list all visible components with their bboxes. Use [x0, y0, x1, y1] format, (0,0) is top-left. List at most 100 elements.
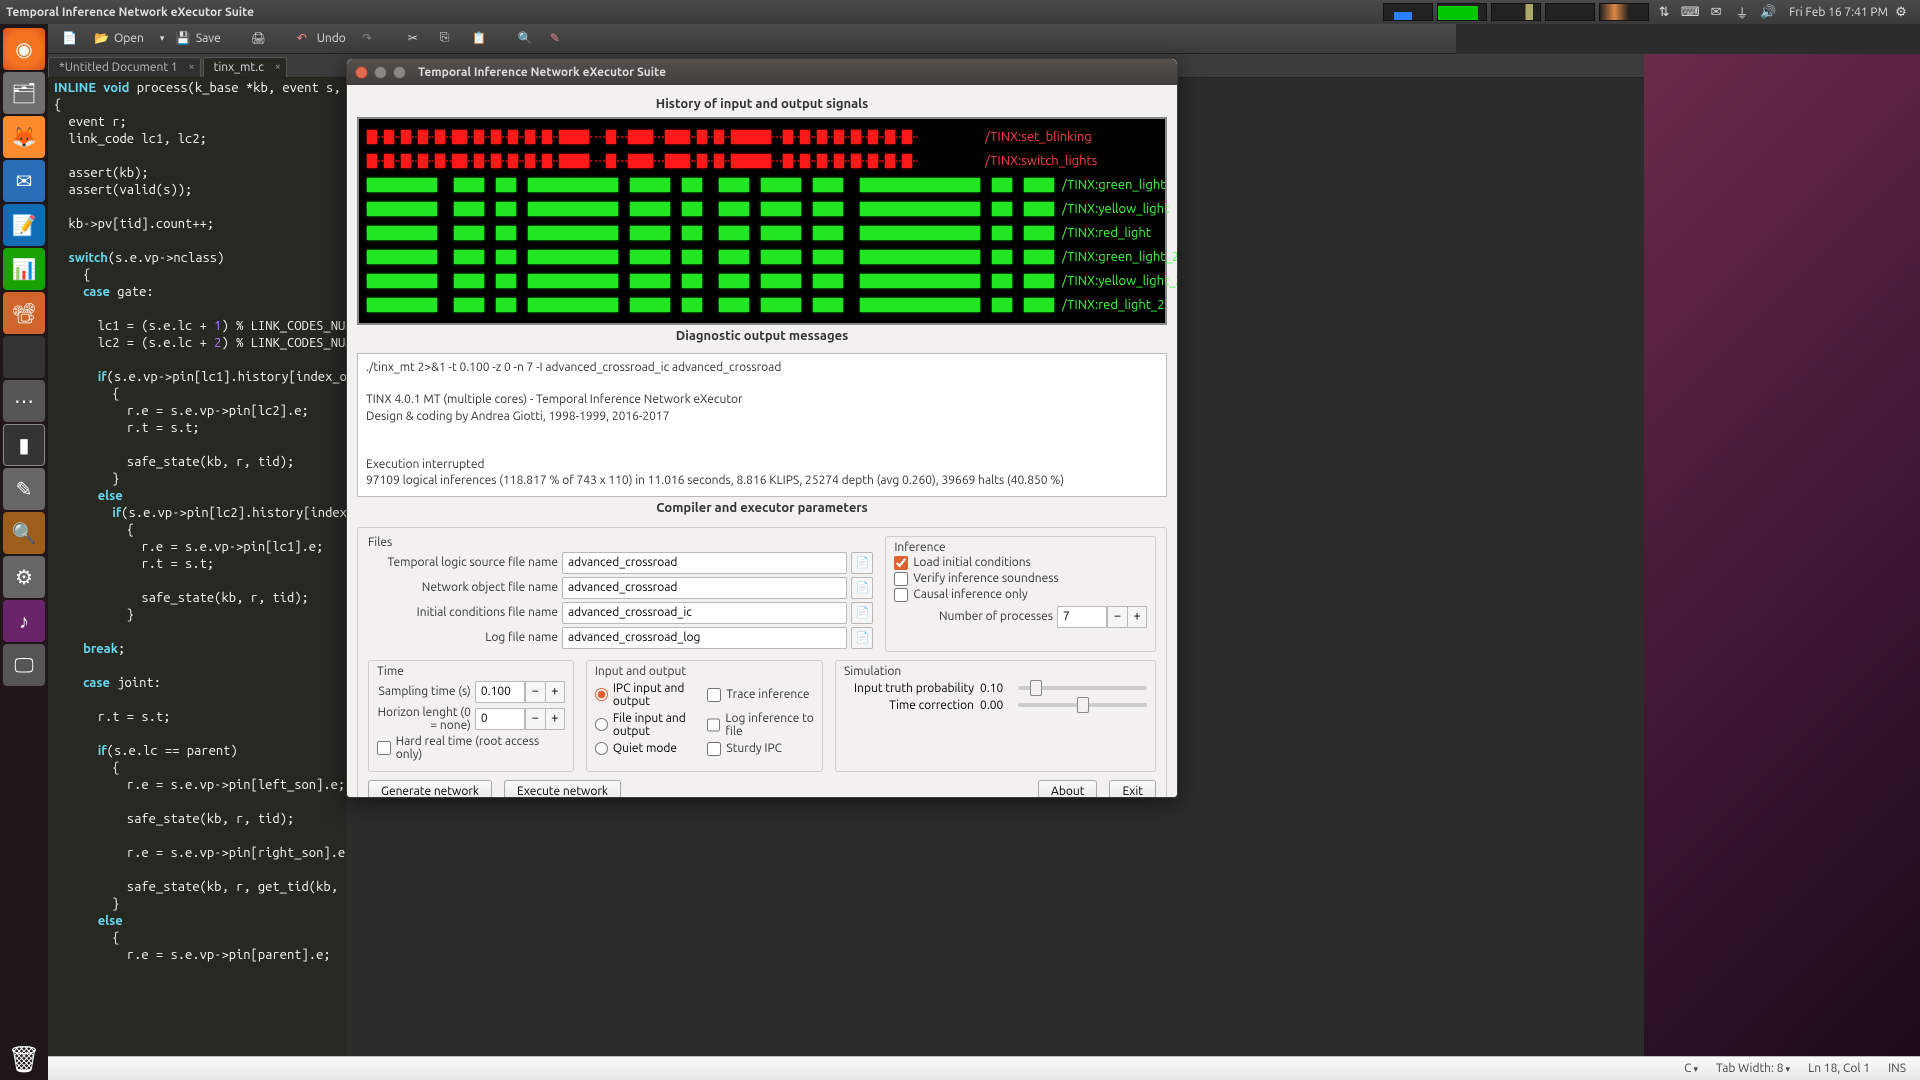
launcher-firefox[interactable]: 🦊 [3, 116, 45, 158]
window-maximize-button[interactable] [393, 66, 406, 79]
launcher-settings[interactable]: ⚙ [3, 556, 45, 598]
causal-only-checkbox[interactable]: Causal inference only [894, 588, 1147, 602]
initial-file-browse[interactable]: 📄 [851, 602, 873, 624]
window-minimize-button[interactable] [374, 66, 387, 79]
log-file-input[interactable] [562, 627, 847, 649]
keyboard-icon[interactable]: ⌨ [1681, 3, 1699, 21]
signal-row: /TINX:red_light [367, 221, 1157, 245]
redo-button[interactable] [356, 29, 384, 49]
tab-label: tinx_mt.c [214, 61, 264, 74]
print-button[interactable] [245, 29, 273, 49]
horizon-input[interactable] [475, 708, 525, 730]
generate-button[interactable]: Generate network [368, 780, 492, 798]
paste-button[interactable] [466, 29, 494, 49]
mail-icon[interactable]: ✉ [1707, 3, 1725, 21]
nproc-spinner: −+ [1057, 606, 1147, 628]
volume-icon[interactable]: 🔊 [1759, 3, 1777, 21]
nproc-plus[interactable]: + [1127, 606, 1147, 628]
open-button[interactable]: Open [88, 29, 150, 49]
sys-graph-2[interactable] [1437, 3, 1487, 21]
execute-button[interactable]: Execute network [504, 780, 621, 798]
new-button[interactable] [56, 29, 84, 49]
nproc-input[interactable] [1057, 606, 1107, 628]
launcher-files[interactable]: 🗂 [3, 72, 45, 114]
signal-label: /TINX:yellow_light [1062, 202, 1169, 216]
sampling-plus[interactable]: + [545, 681, 565, 703]
undo-label: Undo [317, 32, 346, 45]
corr-slider[interactable] [1018, 703, 1147, 707]
close-icon[interactable]: × [188, 61, 194, 73]
close-icon[interactable]: × [275, 61, 281, 73]
log-file-browse[interactable]: 📄 [851, 627, 873, 649]
sampling-minus[interactable]: − [525, 681, 545, 703]
verify-soundness-checkbox[interactable]: Verify inference soundness [894, 572, 1147, 586]
window-close-button[interactable] [355, 66, 368, 79]
prob-slider[interactable] [1018, 686, 1147, 690]
session-icon[interactable]: ⚙ [1892, 3, 1910, 21]
file-io-radio[interactable]: File input and output [595, 712, 702, 738]
launcher-dash[interactable]: ◉ [3, 28, 45, 70]
trace-checkbox[interactable]: Trace inference [707, 682, 814, 708]
launcher-app-1[interactable]: ⋯ [3, 380, 45, 422]
launcher-calc[interactable]: 📊 [3, 248, 45, 290]
tab-untitled[interactable]: *Untitled Document 1× [48, 57, 201, 77]
horizon-plus[interactable]: + [545, 708, 565, 730]
sturdy-checkbox[interactable]: Sturdy IPC [707, 742, 814, 756]
dialog-titlebar[interactable]: Temporal Inference Network eXecutor Suit… [347, 59, 1177, 85]
launcher-lens[interactable]: 🔍 [3, 512, 45, 554]
status-mode[interactable]: INS [1888, 1062, 1906, 1075]
sys-graph-3[interactable] [1491, 3, 1541, 21]
signal-track [367, 296, 1054, 314]
code-editor[interactable]: INLINE void process(k_base *kb, event s,… [48, 78, 346, 1056]
sys-graph-5[interactable] [1599, 3, 1649, 21]
network-file-input[interactable] [562, 577, 847, 599]
inference-label: Inference [894, 541, 1147, 554]
quiet-radio[interactable]: Quiet mode [595, 742, 702, 756]
ipc-io-radio[interactable]: IPC input and output [595, 682, 702, 708]
network-icon[interactable]: ⏚ [1733, 3, 1751, 21]
diagnostic-output[interactable]: ./tinx_mt 2>&1 -t 0.100 -z 0 -n 7 -I adv… [357, 353, 1167, 497]
updown-icon[interactable]: ⇅ [1655, 3, 1673, 21]
status-tabwidth[interactable]: Tab Width: 8 [1716, 1062, 1790, 1075]
tab-tinx-mt[interactable]: tinx_mt.c × [203, 57, 287, 77]
open-dropdown[interactable]: ▾ [154, 31, 166, 46]
hard-rt-checkbox[interactable]: Hard real time (root access only) [377, 735, 565, 761]
launcher-writer[interactable]: 📝 [3, 204, 45, 246]
sys-graph-4[interactable] [1545, 3, 1595, 21]
copy-button[interactable] [434, 29, 462, 49]
load-initial-checkbox[interactable]: Load initial conditions [894, 556, 1147, 570]
temporal-file-input[interactable] [562, 552, 847, 574]
horizon-minus[interactable]: − [525, 708, 545, 730]
status-language[interactable]: C [1684, 1062, 1698, 1075]
undo-button[interactable]: Undo [291, 29, 352, 49]
clock[interactable]: Fri Feb 16 7:41 PM [1789, 6, 1888, 19]
cut-button[interactable] [402, 29, 430, 49]
cut-icon [408, 31, 424, 47]
dialog-title: Temporal Inference Network eXecutor Suit… [418, 66, 666, 79]
launcher-music[interactable]: ♪ [3, 600, 45, 642]
launcher-monitor[interactable]: 🖵 [3, 644, 45, 686]
launcher-colors[interactable] [3, 336, 45, 378]
temporal-file-browse[interactable]: 📄 [851, 552, 873, 574]
sys-graph-1[interactable] [1383, 3, 1433, 21]
horizon-spinner: −+ [475, 708, 565, 730]
replace-button[interactable] [544, 29, 572, 49]
launcher-thunderbird[interactable]: ✉ [3, 160, 45, 202]
launcher-terminal[interactable]: ▮ [3, 424, 45, 466]
network-file-browse[interactable]: 📄 [851, 577, 873, 599]
launcher-trash[interactable]: 🗑 [3, 1038, 45, 1080]
find-button[interactable] [512, 29, 540, 49]
launcher-gedit[interactable]: ✎ [3, 468, 45, 510]
open-icon [94, 31, 110, 47]
sampling-input[interactable] [475, 681, 525, 703]
copy-icon [440, 31, 456, 47]
signal-label: /TINX:green_light [1062, 178, 1165, 192]
nproc-minus[interactable]: − [1107, 606, 1127, 628]
launcher-impress[interactable]: 📽 [3, 292, 45, 334]
exit-button[interactable]: Exit [1109, 780, 1156, 798]
log-inf-checkbox[interactable]: Log inference to file [707, 712, 814, 738]
save-button[interactable]: Save [170, 29, 227, 49]
signal-track [367, 272, 1054, 290]
initial-file-input[interactable] [562, 602, 847, 624]
about-button[interactable]: About [1038, 780, 1097, 798]
